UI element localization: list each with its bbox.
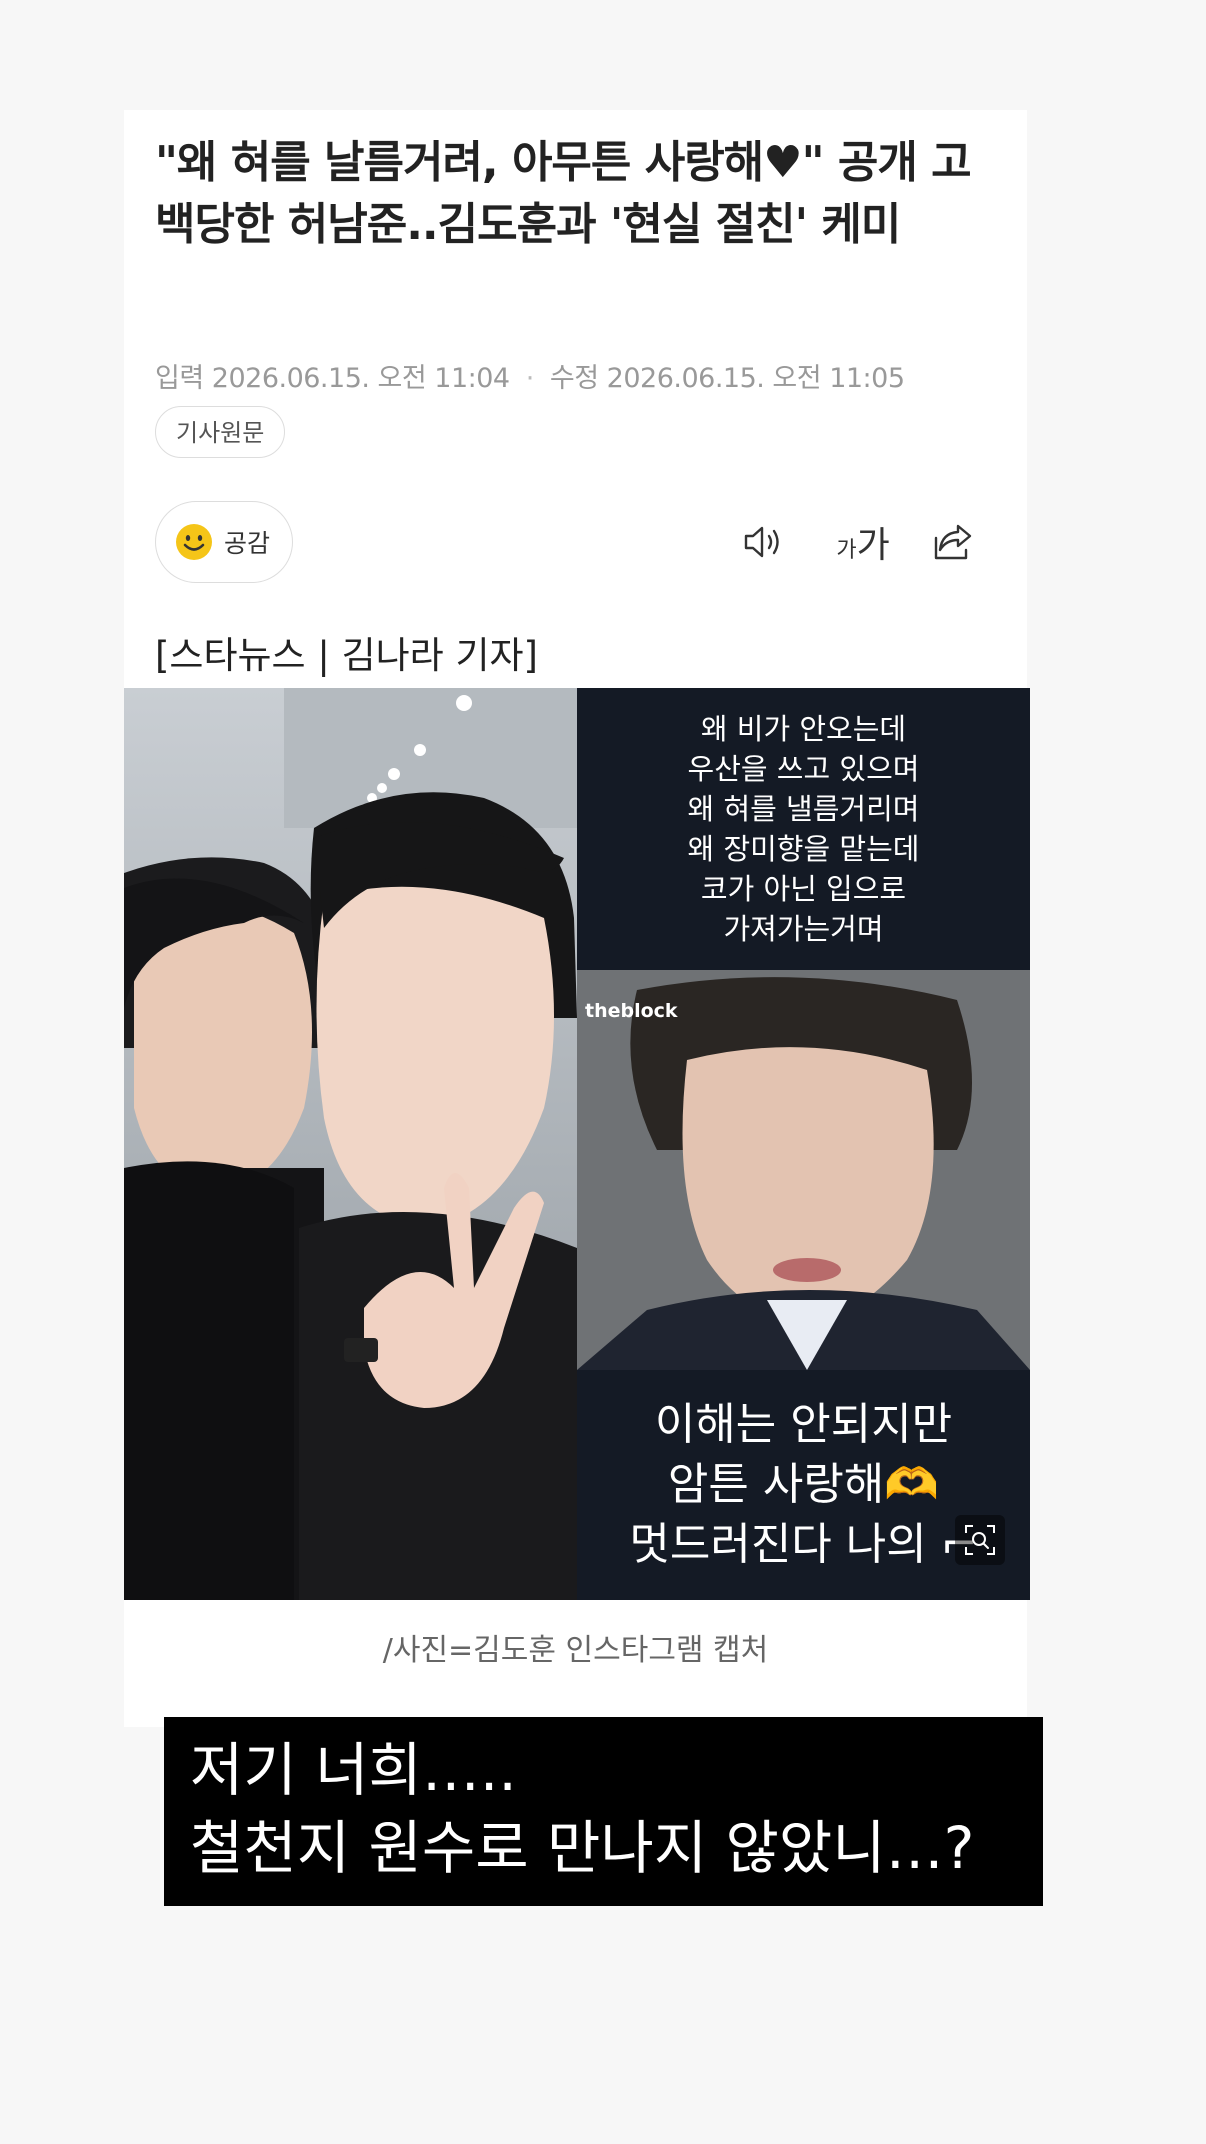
empathy-button[interactable]: 공감 bbox=[155, 501, 294, 583]
caption-panel-top: 왜 비가 안오는데 우산을 쓰고 있으며 왜 혀를 낼름거리며 왜 장미향을 맡… bbox=[577, 688, 1030, 970]
share-icon bbox=[934, 524, 972, 560]
portrait-panel: theblock bbox=[577, 970, 1030, 1370]
photo-caption: /사진=김도훈 인스타그램 캡처 bbox=[382, 1633, 769, 1668]
portrait-photo bbox=[577, 970, 1030, 1370]
panel-top-line: 왜 장미향을 맡는데 bbox=[687, 832, 920, 866]
selfie-photo bbox=[124, 688, 577, 1600]
speaker-icon bbox=[744, 526, 779, 558]
overlay-text-box: 저기 너희….. 철천지 원수로 만나지 않았니…? bbox=[164, 1717, 1043, 1906]
original-article-button[interactable]: 기사원문 bbox=[155, 406, 286, 458]
panel-bottom-line: 이해는 안되지만 bbox=[654, 1399, 953, 1450]
modified-label: 수정 bbox=[549, 363, 599, 394]
input-label: 입력 bbox=[155, 363, 204, 394]
text-to-speech-button[interactable] bbox=[736, 512, 792, 572]
article-card: "왜 혀를 날름거려, 아무튼 사랑해♥" 공개 고백당한 허남준..김도훈과 … bbox=[124, 110, 1030, 1727]
share-button[interactable] bbox=[926, 512, 982, 572]
empathy-label: 공감 bbox=[224, 529, 271, 558]
article-headline: "왜 혀를 날름거려, 아무튼 사랑해♥" 공개 고백당한 허남준..김도훈과 … bbox=[155, 137, 972, 250]
overlay-line-1: 저기 너희….. bbox=[190, 1736, 517, 1804]
panel-top-line: 코가 아닌 입으로 bbox=[700, 872, 907, 906]
overlay-line-2: 철천지 원수로 만나지 않았니…? bbox=[190, 1814, 975, 1882]
article-photo[interactable]: 왜 비가 안오는데 우산을 쓰고 있으며 왜 혀를 낼름거리며 왜 장미향을 맡… bbox=[124, 688, 1030, 1600]
modified-date: 2026.06.15. 오전 11:05 bbox=[606, 363, 905, 394]
caption-panel-bottom: 이해는 안되지만 암튼 사랑해🫶 멋드러진다 나의 ⌐ bbox=[577, 1370, 1030, 1600]
panel-bottom-line: 멋드러진다 나의 ⌐ bbox=[629, 1519, 978, 1570]
input-date: 2026.06.15. 오전 11:04 bbox=[211, 363, 510, 394]
font-size-button[interactable]: 가가 bbox=[830, 512, 896, 572]
font-size-icon: 가가 bbox=[836, 525, 890, 566]
article-meta: 입력 2026.06.15. 오전 11:04 · 수정 2026.06.15.… bbox=[155, 356, 905, 395]
watermark: theblock bbox=[585, 1000, 678, 1022]
panel-top-line: 가져가는거며 bbox=[723, 912, 884, 946]
meta-separator: · bbox=[525, 363, 535, 394]
panel-top-line: 왜 혀를 낼름거리며 bbox=[687, 792, 920, 826]
byline: [스타뉴스 | 김나라 기자] bbox=[155, 634, 538, 677]
panel-top-line: 우산을 쓰고 있으며 bbox=[687, 752, 920, 786]
zoom-icon bbox=[965, 1525, 995, 1555]
panel-top-line: 왜 비가 안오는데 bbox=[700, 712, 907, 746]
smile-emoji-icon bbox=[176, 524, 212, 560]
panel-bottom-line: 암튼 사랑해🫶 bbox=[667, 1459, 940, 1510]
zoom-button[interactable] bbox=[955, 1515, 1005, 1565]
